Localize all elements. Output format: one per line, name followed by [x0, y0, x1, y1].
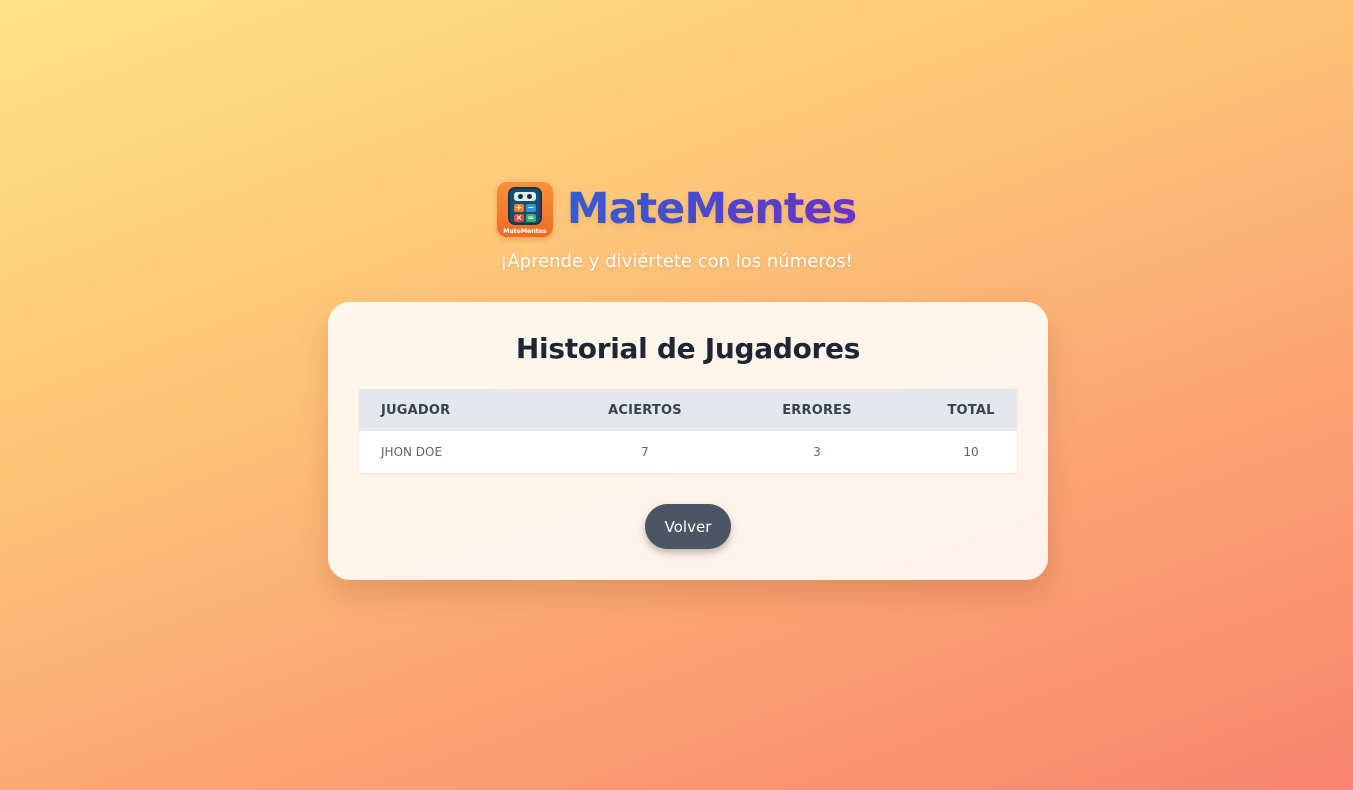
cell-errors: 3	[813, 445, 821, 459]
cell-player: JHON DOE	[381, 445, 443, 459]
history-table-wrapper: JUGADOR ACIERTOS ERRORES TOTAL JHON DOE …	[359, 389, 1017, 473]
history-table: JUGADOR ACIERTOS ERRORES TOTAL JHON DOE …	[359, 389, 1017, 473]
history-card: Historial de Jugadores JUGADOR ACIERTOS …	[328, 302, 1048, 580]
brand: + − × = MateMentes MateMentes	[496, 181, 857, 237]
calculator-mascot-icon: + − × = MateMentes	[496, 181, 553, 237]
back-button[interactable]: Volver	[645, 504, 731, 549]
mascot-left-eye	[517, 193, 523, 199]
page-title: Historial de Jugadores	[515, 332, 861, 365]
tagline: ¡Aprende y diviértete con los números!	[500, 250, 853, 272]
mascot-right-eye	[526, 193, 532, 199]
column-header-player: JUGADOR	[381, 402, 451, 418]
calculator-body: + − × =	[507, 186, 542, 225]
column-header-total: TOTAL	[947, 402, 995, 418]
app-title: MateMentes	[567, 181, 857, 237]
times-key-icon: ×	[513, 212, 524, 222]
calculator-screen	[513, 191, 536, 201]
plus-key-icon: +	[513, 202, 524, 212]
column-header-errors: ERRORES	[782, 402, 852, 418]
logo-label: MateMentes	[503, 226, 547, 235]
table-row: JHON DOE 7 3 10	[359, 431, 1017, 473]
equals-key-icon: =	[525, 212, 536, 222]
table-header-row: JUGADOR ACIERTOS ERRORES TOTAL	[359, 389, 1017, 431]
minus-key-icon: −	[525, 202, 536, 212]
cell-correct: 7	[641, 445, 649, 459]
column-header-correct: ACIERTOS	[608, 402, 682, 418]
app-header: + − × = MateMentes MateMentes ¡Aprende y…	[0, 181, 1353, 272]
cell-total: 10	[963, 445, 979, 459]
